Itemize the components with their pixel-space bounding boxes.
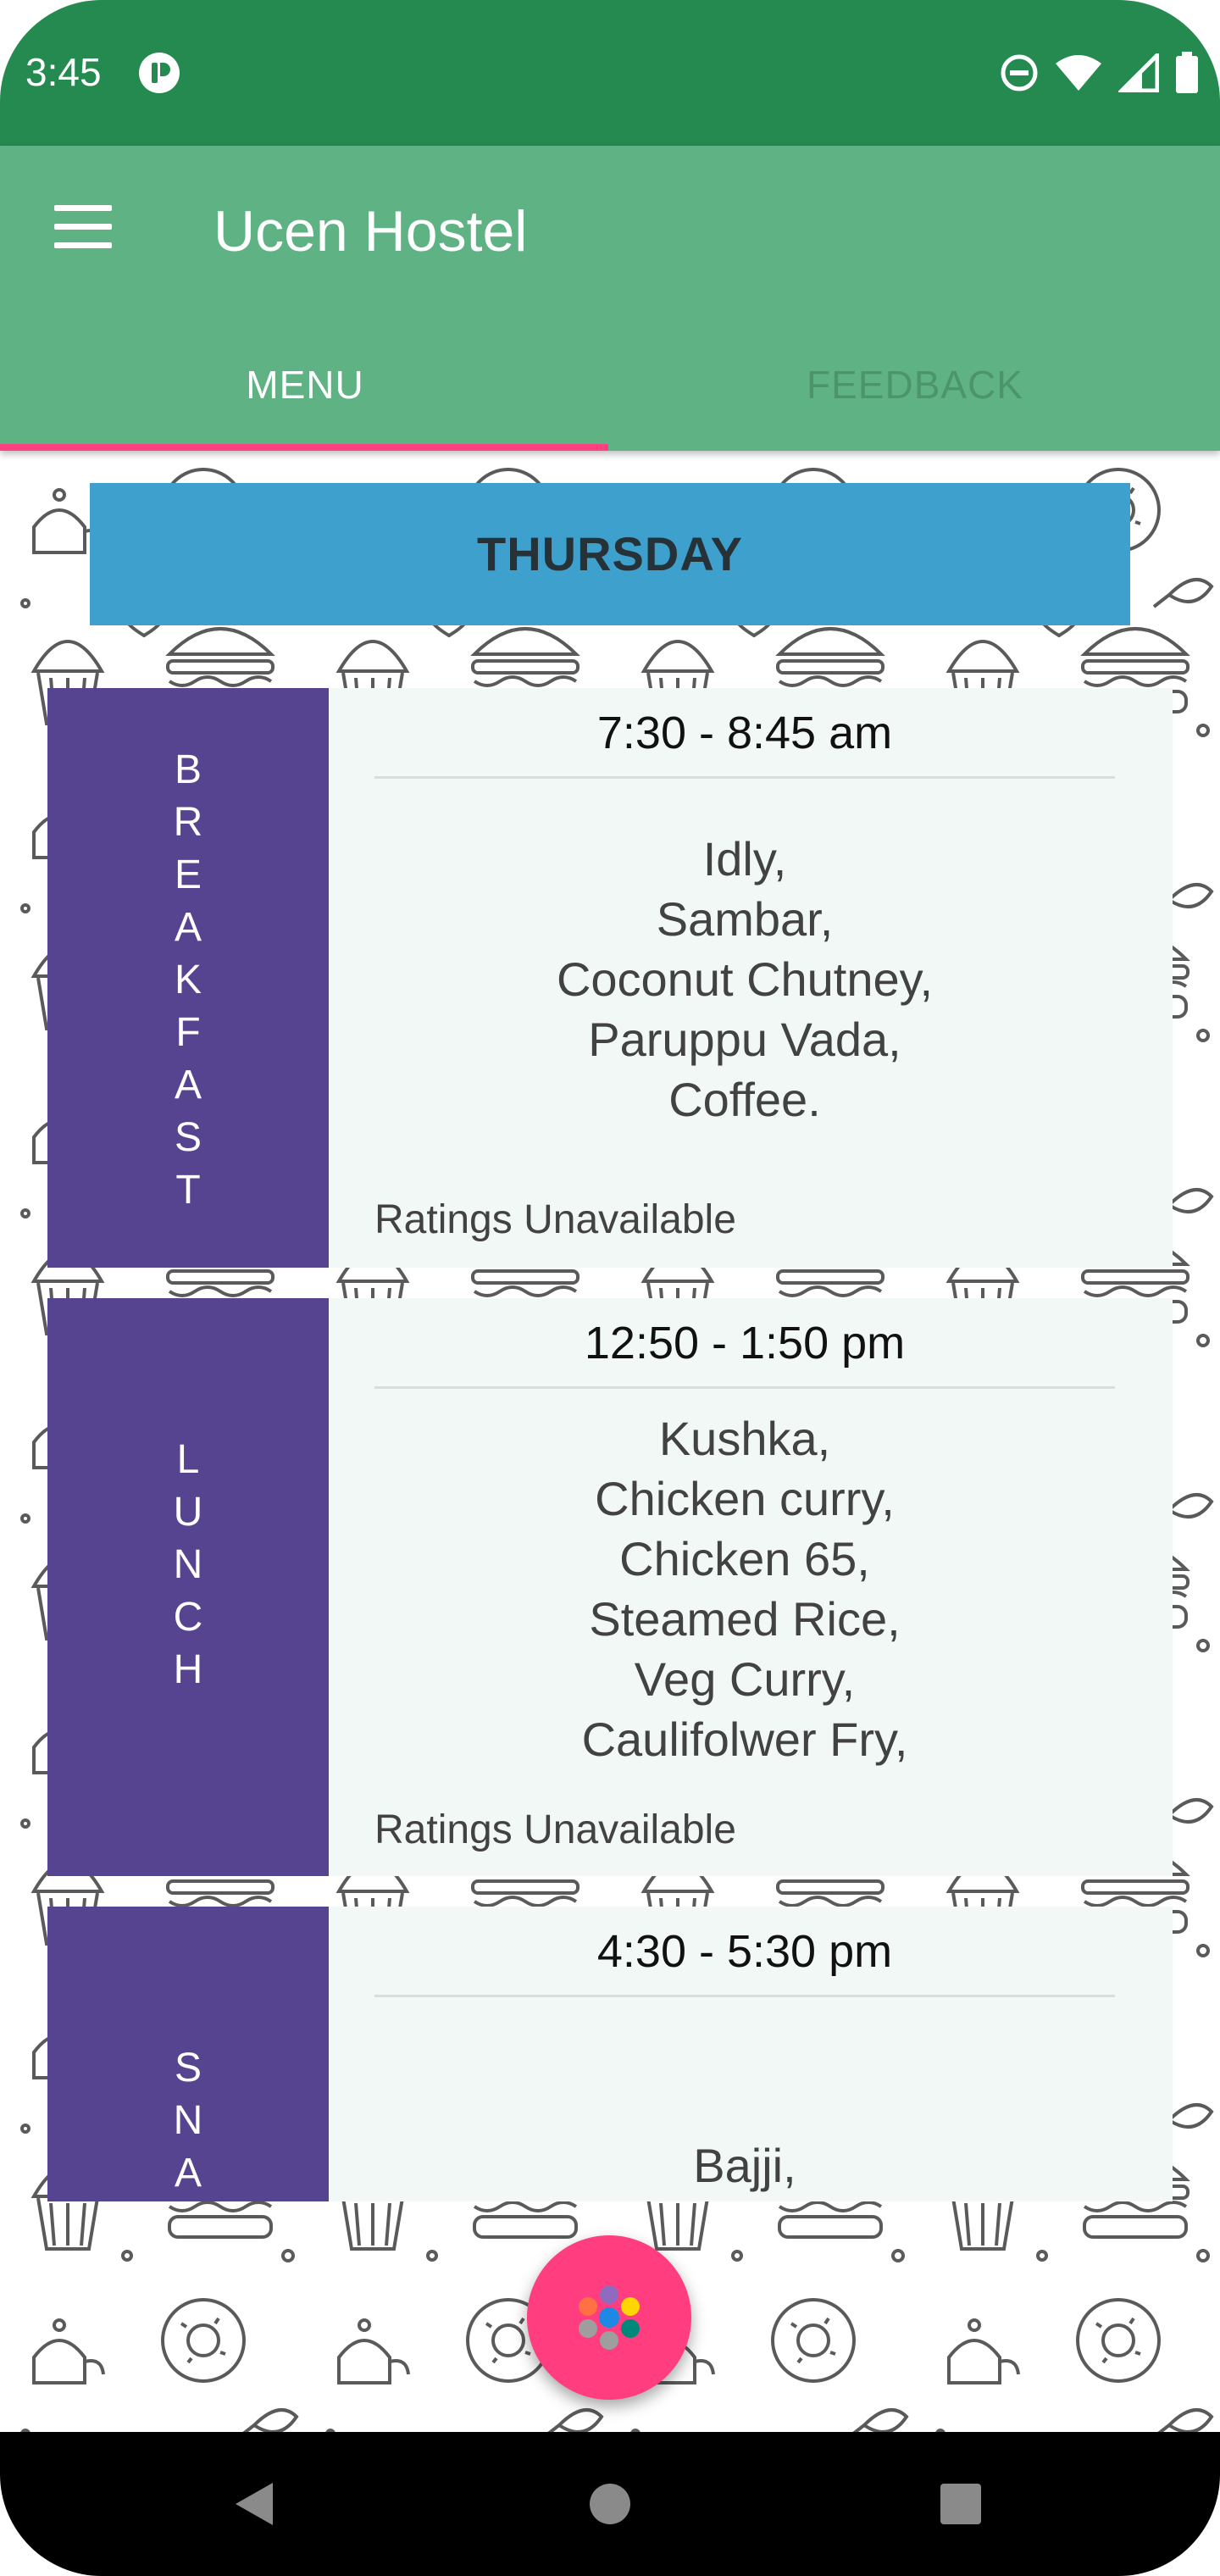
- back-icon: [236, 2483, 273, 2525]
- meal-name: BREAKFAST: [173, 747, 203, 1213]
- day-header: THURSDAY: [90, 483, 1130, 625]
- home-button[interactable]: [542, 2432, 678, 2576]
- status-time: 3:45: [25, 50, 102, 94]
- meal-items: Bajji,: [693, 2139, 796, 2192]
- status-bar: 3:45: [0, 0, 1220, 146]
- meal-time: 12:50 - 1:50 pm: [584, 1318, 906, 1368]
- meal-name-panel: SNA: [47, 1907, 329, 2201]
- battery-icon: [1176, 52, 1198, 93]
- meal-divider: [374, 776, 1115, 779]
- multicolor-dots-icon: [579, 2285, 640, 2350]
- app-bar: Ucen Hostel MENU FEEDBACK: [0, 146, 1220, 451]
- wifi-icon: [1056, 55, 1101, 91]
- meal-time: 4:30 - 5:30 pm: [596, 1926, 893, 1977]
- tab-menu[interactable]: MENU: [0, 349, 610, 451]
- app-notification-icon: [139, 53, 180, 93]
- meal-rating: Ratings Unavailable: [374, 1807, 736, 1852]
- meal-time: 7:30 - 8:45 am: [596, 708, 893, 758]
- navigation-bar: [0, 2432, 1220, 2576]
- meal-items: Idly, Sambar, Coconut Chutney, Paruppu V…: [556, 832, 934, 1126]
- do-not-disturb-icon: [1001, 54, 1038, 92]
- fab-button[interactable]: [527, 2235, 691, 2400]
- meal-rating: Ratings Unavailable: [374, 1197, 736, 1242]
- meal-name-panel: LUNCH: [47, 1298, 329, 1876]
- status-icons: [1000, 51, 1200, 95]
- meal-divider: [374, 1386, 1115, 1389]
- meal-name: SNA: [173, 2046, 203, 2196]
- meal-divider: [374, 1995, 1115, 1997]
- meal-card-snacks[interactable]: SNA 4:30 - 5:30 pm Bajji,: [47, 1907, 1173, 2201]
- tab-indicator: [0, 444, 608, 451]
- meal-name-panel: BREAKFAST: [47, 688, 329, 1268]
- menu-content[interactable]: THURSDAY BREAKFAST 7:30 - 8:45 am Idly, …: [0, 451, 1220, 2432]
- meal-name: LUNCH: [173, 1437, 203, 1692]
- recents-button[interactable]: [893, 2432, 1029, 2576]
- meal-items: Kushka, Chicken curry, Chicken 65, Steam…: [581, 1412, 908, 1766]
- recents-icon: [940, 2484, 981, 2524]
- phone-screen: 3:45 Ucen Hostel MENU FEEDBACK THURSDAY …: [0, 0, 1220, 2576]
- signal-icon: [1118, 53, 1159, 92]
- hamburger-menu-icon[interactable]: [54, 205, 112, 249]
- tab-feedback[interactable]: FEEDBACK: [610, 349, 1220, 451]
- meal-card-lunch[interactable]: LUNCH 12:50 - 1:50 pm Kushka, Chicken cu…: [47, 1298, 1173, 1876]
- app-title: Ucen Hostel: [214, 199, 528, 264]
- home-icon: [590, 2484, 630, 2524]
- back-button[interactable]: [186, 2432, 322, 2576]
- meal-card-breakfast[interactable]: BREAKFAST 7:30 - 8:45 am Idly, Sambar, C…: [47, 688, 1173, 1268]
